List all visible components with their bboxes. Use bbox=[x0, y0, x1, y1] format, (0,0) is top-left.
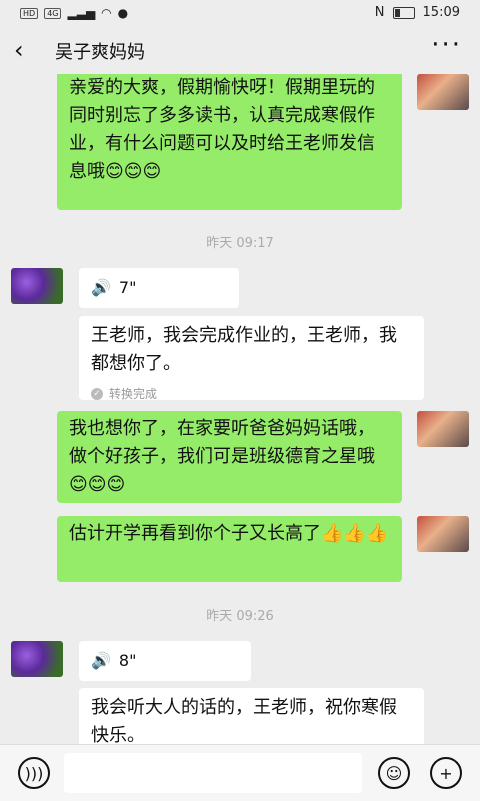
hd-badge: HD bbox=[20, 7, 39, 19]
emoji-icon: ☺ bbox=[385, 763, 403, 783]
avatar-other[interactable] bbox=[11, 268, 63, 304]
timestamp: 昨天 09:26 bbox=[206, 609, 274, 624]
ellipsis-icon: ··· bbox=[431, 30, 462, 60]
more-button[interactable]: ··· bbox=[431, 30, 462, 60]
chevron-left-icon: ‹ bbox=[14, 36, 24, 64]
voice-message[interactable]: 🔊 8" bbox=[79, 641, 251, 681]
message-input[interactable] bbox=[64, 753, 362, 793]
signal-icon: ▂▃▅ bbox=[67, 6, 96, 20]
converted-text: 王老师，我会完成作业的，王老师，我都想你了。 bbox=[91, 325, 397, 374]
nfc-icon: N bbox=[374, 5, 385, 20]
wifi-icon: ◠ bbox=[101, 6, 112, 20]
battery-icon bbox=[392, 6, 415, 19]
conversion-status: ✓ 转换完成 bbox=[91, 380, 412, 408]
network-badge: 4G bbox=[44, 7, 62, 19]
voice-message[interactable]: 🔊 7" bbox=[79, 268, 239, 308]
timestamp: 昨天 09:17 bbox=[206, 236, 274, 251]
voice-icon: ))) bbox=[24, 763, 44, 783]
status-left: HD 4G ▂▃▅ ◠ ● bbox=[20, 6, 128, 20]
voice-wave-icon: 🔊 bbox=[91, 651, 111, 670]
chat-header: ‹ 吴子爽妈妈 ··· bbox=[0, 26, 480, 74]
status-bar: HD 4G ▂▃▅ ◠ ● N 15:09 bbox=[0, 0, 480, 26]
emoji-button[interactable]: ☺ bbox=[378, 757, 410, 789]
wechat-icon: ● bbox=[117, 6, 129, 20]
voice-input-button[interactable]: ))) bbox=[18, 757, 50, 789]
converted-text: 我会听大人的话的，王老师，祝你寒假快乐。 bbox=[91, 697, 397, 744]
converted-text-bubble[interactable]: 王老师，我会完成作业的，王老师，我都想你了。 ✓ 转换完成 bbox=[79, 316, 424, 401]
converted-text-bubble[interactable]: 我会听大人的话的，王老师，祝你寒假快乐。 bbox=[79, 688, 424, 744]
message-bubble-self[interactable]: 我也想你了，在家要听爸爸妈妈话哦，做个好孩子，我们可是班级德育之星哦😊😊😊 bbox=[57, 411, 402, 503]
avatar-self[interactable] bbox=[417, 516, 469, 552]
message-bubble-self[interactable]: 亲爱的大爽，假期愉快呀！假期里玩的同时别忘了多多读书，认真完成寒假作业，有什么问… bbox=[57, 74, 402, 210]
chat-list[interactable]: 亲爱的大爽，假期愉快呀！假期里玩的同时别忘了多多读书，认真完成寒假作业，有什么问… bbox=[0, 74, 480, 744]
back-button[interactable]: ‹ bbox=[14, 36, 24, 64]
voice-duration: 7" bbox=[118, 278, 137, 297]
chat-title: 吴子爽妈妈 bbox=[55, 42, 145, 63]
clock: 15:09 bbox=[422, 5, 460, 20]
avatar-other[interactable] bbox=[11, 641, 63, 677]
input-bar: ))) ☺ + bbox=[0, 744, 480, 801]
avatar-self[interactable] bbox=[417, 411, 469, 447]
check-icon: ✓ bbox=[91, 388, 103, 400]
status-right: N 15:09 bbox=[375, 5, 460, 20]
plus-icon: + bbox=[439, 763, 453, 783]
message-bubble-self[interactable]: 估计开学再看到你个子又长高了👍👍👍 bbox=[57, 516, 402, 582]
voice-wave-icon: 🔊 bbox=[91, 278, 111, 297]
voice-duration: 8" bbox=[118, 651, 137, 670]
avatar-self[interactable] bbox=[417, 74, 469, 110]
more-functions-button[interactable]: + bbox=[430, 757, 462, 789]
